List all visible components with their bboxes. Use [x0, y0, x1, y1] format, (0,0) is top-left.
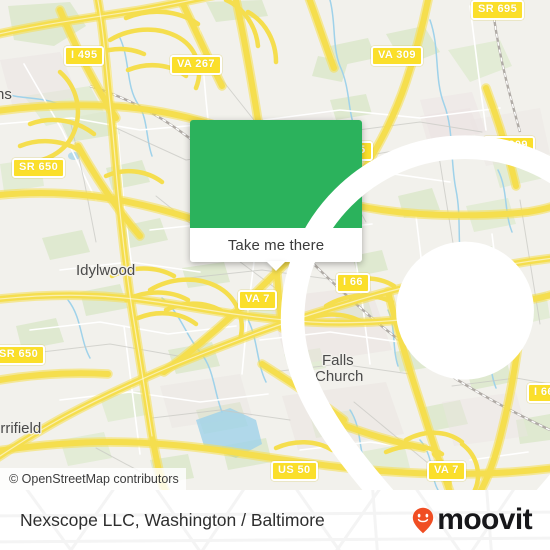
location-popup[interactable]: Take me there	[190, 120, 550, 490]
moovit-brand[interactable]: moovit	[412, 503, 533, 536]
moovit-wordmark: moovit	[437, 503, 532, 536]
road-shield[interactable]: I 495	[64, 46, 105, 66]
place-label: Idylwood	[76, 262, 136, 279]
road-shield[interactable]: VA 267	[170, 55, 222, 75]
road-shield[interactable]: SR 650	[0, 345, 46, 365]
place-label: ns	[0, 86, 12, 103]
footer-bar: Nexscope LLC, Washington / Baltimore moo…	[0, 490, 550, 550]
take-me-there-label: Take me there	[227, 236, 325, 254]
popup-header	[190, 120, 550, 490]
map-canvas[interactable]: .mj{fill:none;stroke:#f5de4e;stroke-line…	[0, 0, 550, 490]
place-label: errifield	[0, 420, 42, 437]
road-shield[interactable]: SR 695	[471, 0, 525, 20]
map-pin-icon	[280, 135, 550, 490]
osm-attribution[interactable]: © OpenStreetMap contributors	[0, 468, 186, 490]
popup-pointer	[266, 261, 286, 271]
popup-footer[interactable]: Take me there	[190, 228, 362, 271]
road-shield[interactable]: VA 309	[371, 46, 423, 66]
moovit-pin-smiley-icon	[413, 507, 434, 533]
map-screenshot: .mj{fill:none;stroke:#f5de4e;stroke-line…	[0, 0, 550, 550]
footer-title: Nexscope LLC, Washington / Baltimore	[20, 509, 325, 530]
road-shield[interactable]: SR 650	[12, 158, 66, 178]
